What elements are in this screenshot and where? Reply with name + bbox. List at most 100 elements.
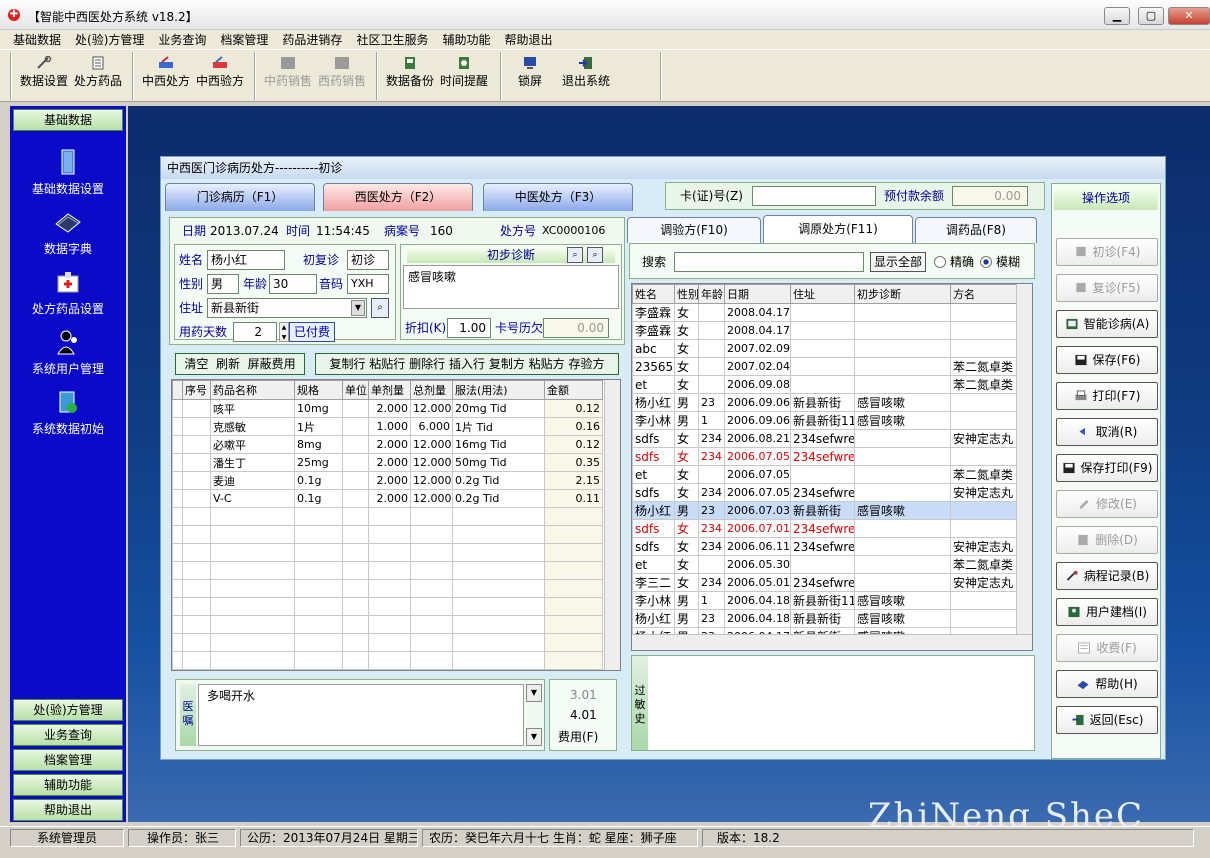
history-cell[interactable]: 2356556 — [632, 357, 675, 376]
history-cell[interactable]: 感冒咳嗽 — [854, 609, 951, 628]
rx-cell[interactable] — [544, 615, 603, 634]
col-index[interactable]: 序号 — [182, 380, 211, 400]
fee-button[interactable]: 费用(F) — [558, 728, 598, 746]
rx-cell[interactable] — [452, 615, 545, 634]
history-cell[interactable] — [790, 555, 855, 574]
history-cell[interactable]: 苯二氮卓类 — [950, 555, 1019, 574]
days-input[interactable]: 2 — [233, 322, 277, 342]
history-cell[interactable] — [950, 339, 1019, 358]
toolbar-rx-drugs[interactable]: 处方药品 — [74, 56, 122, 89]
history-cell[interactable] — [698, 357, 725, 376]
sidebar-help-exit[interactable]: 帮助退出 — [13, 799, 123, 821]
days-spinner-icon[interactable]: ▲ ▼ — [279, 322, 289, 342]
history-cell[interactable]: 234sefwre23 — [790, 537, 855, 556]
rx-cell[interactable]: V-C — [210, 489, 295, 508]
rx-cell[interactable]: 12.000 — [410, 471, 453, 490]
rx-cell[interactable]: 12.000 — [410, 399, 453, 418]
rx-cell[interactable] — [452, 507, 545, 526]
rx-cell[interactable]: 12.000 — [410, 435, 453, 454]
history-cell[interactable]: 2006.05.01 — [724, 573, 791, 592]
history-cell[interactable]: 234 — [698, 447, 725, 466]
search-input[interactable] — [674, 252, 864, 272]
history-cell[interactable]: 安神定志丸 — [950, 429, 1019, 448]
op-button-13[interactable]: 帮助(H) — [1056, 670, 1158, 698]
rx-cell[interactable] — [294, 615, 343, 634]
menu-tools[interactable]: 辅助功能 — [435, 30, 497, 50]
rx-cell[interactable] — [544, 597, 603, 616]
history-cell[interactable]: 2007.02.09 — [724, 339, 791, 358]
rx-cell[interactable]: 麦迪 — [210, 471, 295, 490]
address-search-icon[interactable]: ⌕ — [371, 298, 389, 318]
history-cell[interactable] — [790, 303, 855, 322]
toolbar-cn-west-formula[interactable]: 中西验方 — [196, 56, 244, 89]
history-cell[interactable]: 苯二氮卓类 — [950, 357, 1019, 376]
hcol-sex[interactable]: 性别 — [674, 284, 699, 304]
rx-cell[interactable]: 2.000 — [368, 399, 411, 418]
close-button[interactable]: ✕ — [1168, 7, 1210, 25]
history-row[interactable]: 2356556女 2007.02.04 苯二氮卓类 — [632, 357, 1019, 376]
history-cell[interactable]: 女 — [674, 447, 699, 466]
paid-button[interactable]: 已付费 — [289, 322, 335, 342]
history-cell[interactable]: et — [632, 375, 675, 394]
menu-prescription[interactable]: 处(验)方管理 — [68, 30, 151, 50]
rx-cell[interactable] — [544, 525, 603, 544]
rx-cell[interactable] — [182, 597, 211, 616]
history-cell[interactable]: 杨小红 — [632, 609, 675, 628]
history-cell[interactable]: 2006.04.18 — [724, 591, 791, 610]
rx-cell[interactable] — [182, 507, 211, 526]
history-cell[interactable]: 2006.09.06 — [724, 393, 791, 412]
rx-cell[interactable] — [544, 633, 603, 652]
rx-cell[interactable] — [182, 633, 211, 652]
address-input[interactable]: 新县新街 — [207, 298, 367, 318]
history-cell[interactable]: 234sefwre23 — [790, 573, 855, 592]
rx-cell[interactable]: 12.000 — [410, 453, 453, 472]
history-cell[interactable]: 女 — [674, 573, 699, 592]
history-cell[interactable]: 2006.07.05 — [724, 447, 791, 466]
history-cell[interactable]: 234 — [698, 483, 725, 502]
rx-cell[interactable] — [368, 525, 411, 544]
op-button-8[interactable]: 修改(E) — [1056, 490, 1158, 518]
rx-cell[interactable] — [368, 597, 411, 616]
rx-cell[interactable]: 0.12 — [544, 435, 603, 454]
col-amount[interactable]: 金额 — [544, 380, 603, 400]
rx-cell[interactable]: 0.2g Tid — [452, 489, 545, 508]
rx-cell[interactable] — [182, 435, 211, 454]
rx-cell[interactable] — [182, 471, 211, 490]
menu-archive[interactable]: 档案管理 — [213, 30, 275, 50]
rx-cell[interactable] — [368, 615, 411, 634]
rx-cell[interactable] — [342, 597, 369, 616]
history-cell[interactable] — [698, 555, 725, 574]
rx-cell[interactable] — [452, 525, 545, 544]
history-cell[interactable]: 234 — [698, 519, 725, 538]
history-row[interactable]: 杨小红男 23 2006.07.03 新县新街 感冒咳嗽 — [632, 501, 1019, 520]
history-cell[interactable]: 李盛霖 — [632, 321, 675, 340]
card-input[interactable] — [752, 186, 876, 206]
rx-cell[interactable]: 10mg — [294, 399, 343, 418]
history-cell[interactable] — [854, 429, 951, 448]
save-formula-button[interactable]: 存验方 — [569, 357, 605, 371]
rx-row[interactable] — [172, 633, 603, 652]
history-cell[interactable] — [854, 447, 951, 466]
sidebar-item-data-init[interactable]: 系统数据初始 — [10, 388, 126, 437]
rx-cell[interactable] — [368, 633, 411, 652]
history-cell[interactable] — [950, 609, 1019, 628]
history-cell[interactable]: 感冒咳嗽 — [854, 501, 951, 520]
rx-cell[interactable] — [294, 561, 343, 580]
history-cell[interactable] — [854, 375, 951, 394]
op-button-3[interactable]: 智能诊病(A) — [1056, 310, 1158, 338]
history-cell[interactable]: 女 — [674, 303, 699, 322]
rx-cell[interactable] — [410, 507, 453, 526]
history-cell[interactable]: 23 — [698, 393, 725, 412]
rx-cell[interactable] — [544, 651, 603, 670]
history-cell[interactable] — [854, 339, 951, 358]
rx-cell[interactable]: 0.12 — [544, 399, 603, 418]
rx-cell[interactable]: 必嗽平 — [210, 435, 295, 454]
rx-cell[interactable] — [342, 399, 369, 418]
history-cell[interactable]: 男 — [674, 411, 699, 430]
rx-cell[interactable] — [544, 507, 603, 526]
rx-cell[interactable]: 0.11 — [544, 489, 603, 508]
rx-cell[interactable]: 25mg — [294, 453, 343, 472]
rx-row[interactable] — [172, 651, 603, 670]
rx-cell[interactable] — [294, 525, 343, 544]
history-cell[interactable] — [950, 393, 1019, 412]
